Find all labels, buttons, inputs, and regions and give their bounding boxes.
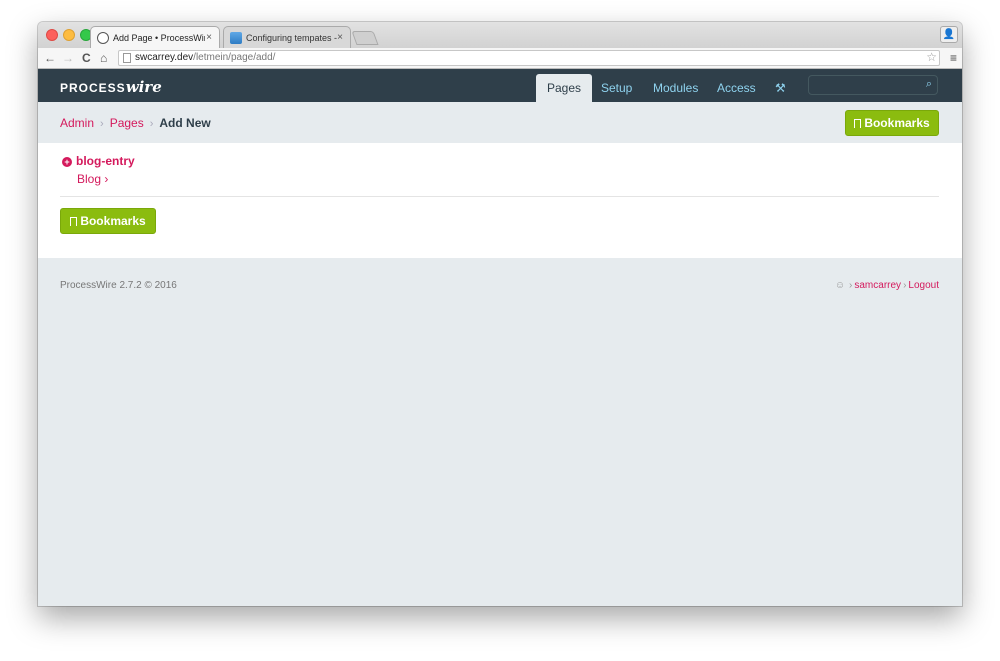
- footer-user-links: ☺ › samcarrey › Logout: [835, 280, 939, 291]
- chevron-right-icon: ›: [104, 172, 109, 186]
- back-arrow-icon[interactable]: ←: [44, 50, 56, 66]
- minimize-window-button[interactable]: [63, 29, 75, 41]
- tab-close-icon[interactable]: ×: [206, 27, 212, 48]
- version-text: ProcessWire 2.7.2 © 2016: [60, 280, 177, 291]
- footer-separator: ›: [849, 280, 853, 291]
- page-headline: Admin › Pages › Add New Bookmarks: [38, 102, 962, 143]
- bookmarks-button-content[interactable]: Bookmarks: [60, 208, 156, 234]
- bookmark-icon: [854, 119, 862, 128]
- footer: ProcessWire 2.7.2 © 2016 ☺ › samcarrey › Log…: [38, 258, 962, 606]
- divider: [60, 196, 939, 197]
- reload-icon[interactable]: C: [82, 50, 91, 66]
- plus-circle-icon: +: [62, 157, 72, 167]
- home-icon[interactable]: ⌂: [100, 50, 107, 66]
- site-favicon-icon: [230, 32, 242, 44]
- processwire-logo[interactable]: PROCESSwire: [60, 78, 162, 96]
- processwire-favicon-icon: [97, 32, 109, 44]
- logout-link[interactable]: Logout: [908, 280, 939, 291]
- template-label: blog-entry: [76, 154, 135, 168]
- bookmarks-label: Bookmarks: [80, 214, 146, 228]
- tab-close-icon[interactable]: ×: [337, 27, 343, 48]
- breadcrumb: Admin › Pages › Add New: [60, 116, 211, 130]
- new-tab-button[interactable]: [351, 31, 379, 45]
- logo-text: PROCESS: [60, 81, 126, 95]
- tab-strip: Add Page • ProcessWire • × Configuring t…: [38, 22, 962, 48]
- bookmarks-label: Bookmarks: [864, 116, 930, 130]
- search-input[interactable]: ⌕: [808, 75, 938, 95]
- profile-icon[interactable]: 👤: [940, 26, 958, 43]
- user-profile-link[interactable]: samcarrey: [854, 280, 901, 291]
- browser-toolbar: ← → C ⌂ swcarrey.dev/letmein/page/add/ ☆…: [38, 48, 962, 69]
- breadcrumb-admin[interactable]: Admin: [60, 116, 94, 130]
- template-link-blog-entry[interactable]: + blog-entry: [62, 154, 135, 168]
- breadcrumb-current: Add New: [159, 116, 211, 130]
- close-window-button[interactable]: [46, 29, 58, 41]
- breadcrumb-separator: ›: [100, 118, 104, 130]
- browser-window: Add Page • ProcessWire • × Configuring t…: [38, 22, 962, 606]
- hamburger-menu-icon[interactable]: ≡: [950, 51, 957, 65]
- bookmark-icon: [70, 217, 78, 226]
- url-host: swcarrey.dev: [135, 52, 194, 63]
- parent-label: Blog: [77, 172, 102, 186]
- page-icon: [123, 53, 131, 63]
- breadcrumb-pages[interactable]: Pages: [110, 116, 144, 130]
- nav-modules[interactable]: Modules: [653, 74, 698, 102]
- tab-add-page[interactable]: Add Page • ProcessWire • ×: [90, 26, 220, 48]
- breadcrumb-separator: ›: [149, 118, 154, 130]
- wrench-icon[interactable]: ⚒: [775, 74, 786, 102]
- address-bar[interactable]: swcarrey.dev/letmein/page/add/ ☆: [118, 50, 940, 66]
- logo-accent-text: wire: [125, 78, 162, 96]
- search-icon[interactable]: ⌕: [926, 78, 932, 91]
- nav-setup[interactable]: Setup: [601, 74, 632, 102]
- nav-access[interactable]: Access: [717, 74, 756, 102]
- parent-link-blog[interactable]: Blog ›: [77, 172, 108, 186]
- forward-arrow-icon[interactable]: →: [62, 50, 74, 66]
- tab-configuring-templates[interactable]: Configuring tempates - fan ×: [223, 26, 351, 48]
- bookmark-star-icon[interactable]: ☆: [926, 50, 937, 64]
- url-path: /letmein/page/add/: [193, 52, 276, 63]
- nav-pages[interactable]: Pages: [536, 74, 593, 102]
- user-icon: ☺: [834, 280, 846, 291]
- tab-title: Configuring tempates - fan: [246, 33, 338, 43]
- footer-separator: ›: [903, 280, 907, 291]
- tab-title: Add Page • ProcessWire •: [113, 33, 205, 43]
- main-content: + blog-entry Blog › Bookmarks: [38, 143, 962, 258]
- masthead: PROCESSwire Pages Setup Modules Access ⚒…: [38, 69, 962, 102]
- bookmarks-button-header[interactable]: Bookmarks: [845, 110, 939, 136]
